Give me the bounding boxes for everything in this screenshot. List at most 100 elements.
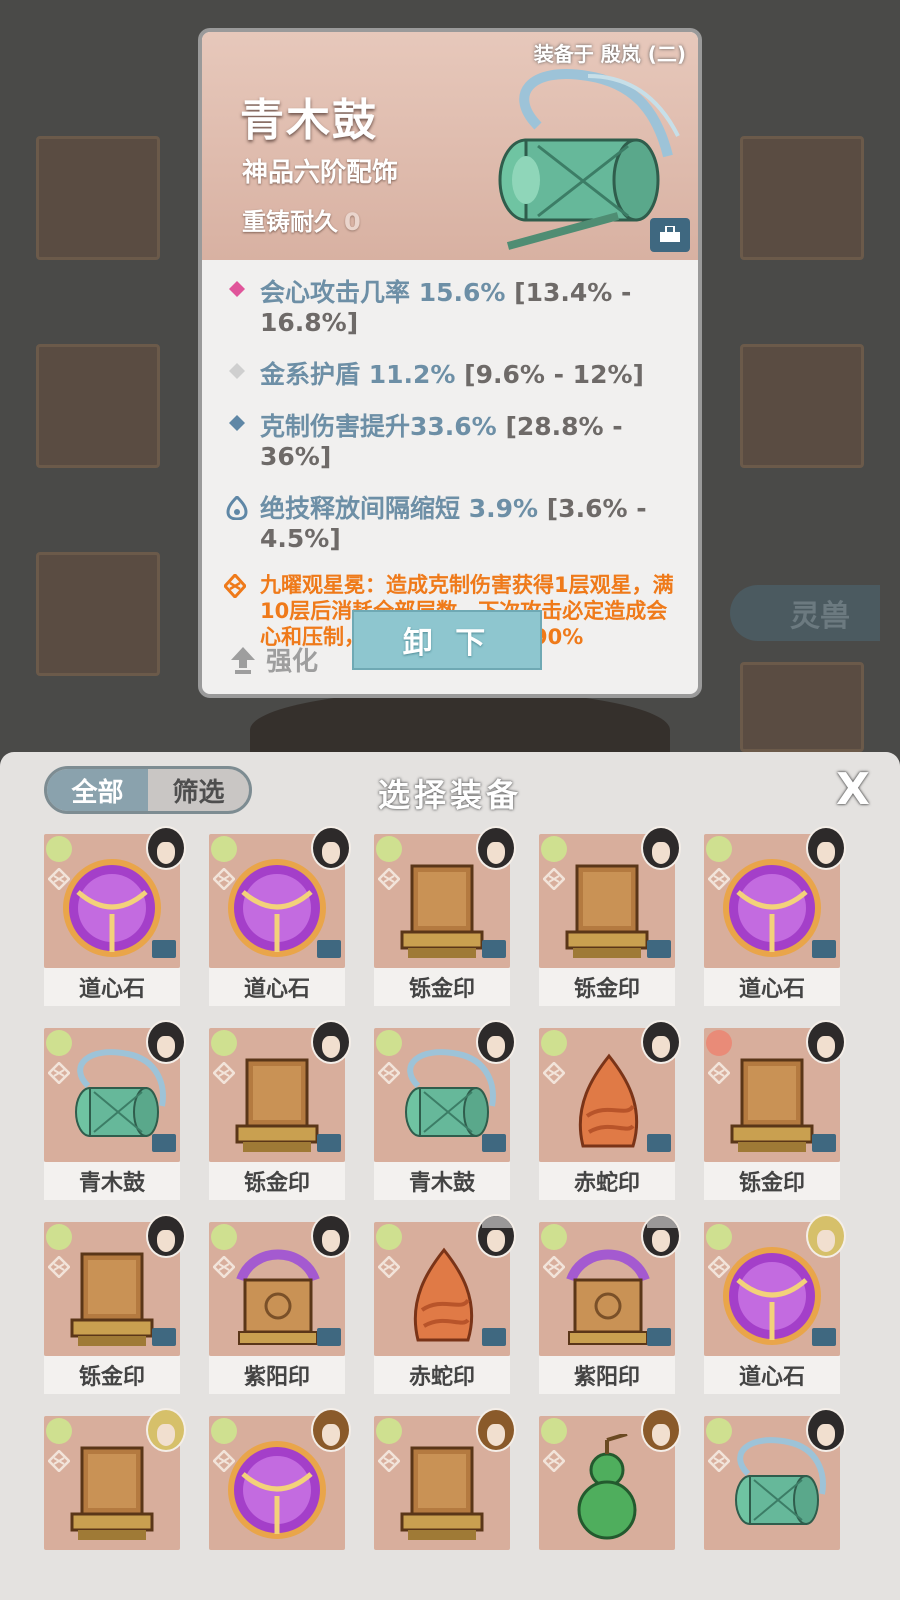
element-icon: [541, 1418, 567, 1444]
gourd-icon: [577, 1434, 637, 1540]
bg-equip-slot-accessory: [740, 344, 864, 468]
item-name-label: 道心石: [704, 1356, 840, 1394]
equipment-item[interactable]: [374, 1408, 516, 1588]
accessory-type-icon: [378, 1256, 400, 1278]
close-button[interactable]: X: [830, 764, 876, 815]
stat-text: 绝技释放间隔缩短 3.9%: [260, 494, 539, 523]
equipment-item[interactable]: 铄金印: [209, 1020, 351, 1200]
purple-seal-icon: [236, 1249, 320, 1345]
accessory-type-icon: [708, 1062, 730, 1084]
owner-avatar: [641, 1020, 681, 1064]
equipment-item[interactable]: 道心石: [704, 1214, 846, 1394]
equipment-item[interactable]: 道心石: [704, 826, 846, 1006]
equipment-item[interactable]: 赤蛇印: [539, 1020, 681, 1200]
element-icon: [376, 836, 402, 862]
equipment-item[interactable]: 铄金印: [704, 1020, 846, 1200]
seal-icon: [70, 1252, 154, 1346]
seal-icon: [400, 864, 484, 958]
accessory-type-icon: [543, 868, 565, 890]
owner-avatar: [146, 1214, 186, 1258]
lock-icon: [317, 940, 341, 958]
accessory-type-icon: [213, 1062, 235, 1084]
bg-equip-slot-weapon: [36, 136, 160, 260]
equipment-item[interactable]: 铄金印: [44, 1214, 186, 1394]
owner-avatar: [806, 1408, 846, 1452]
stat-row: 克制伤害提升33.6% [28.8% - 36%]: [224, 412, 682, 472]
owner-avatar: [476, 1408, 516, 1452]
lock-icon: [812, 940, 836, 958]
lock-icon: [152, 1134, 176, 1152]
accessory-type-icon: [543, 1256, 565, 1278]
purple-seal-icon: [566, 1249, 650, 1345]
orb-icon: [228, 859, 326, 957]
durability-value: 0: [344, 208, 361, 236]
item-name-label: 紫阳印: [539, 1356, 675, 1394]
equipment-item[interactable]: [704, 1408, 846, 1588]
skill-rune-icon: [222, 572, 250, 604]
card-footer: 强化 卸 下: [202, 604, 698, 694]
accessory-type-icon: [48, 1450, 70, 1472]
item-name-label: 道心石: [704, 968, 840, 1006]
pink-diamond-icon: [224, 280, 250, 298]
owner-avatar: [146, 826, 186, 870]
orb-icon: [228, 1441, 326, 1539]
accessory-type-icon: [708, 1256, 730, 1278]
equipment-item[interactable]: 青木鼓: [44, 1020, 186, 1200]
accessory-type-icon: [378, 868, 400, 890]
accessory-type-icon: [48, 868, 70, 890]
orb-icon: [723, 859, 821, 957]
element-icon: [376, 1030, 402, 1056]
orb-icon: [723, 1247, 821, 1345]
element-icon: [46, 1030, 72, 1056]
equipment-item[interactable]: 紫阳印: [539, 1214, 681, 1394]
bg-equip-slot-pet: [740, 662, 864, 752]
accessory-type-icon: [378, 1450, 400, 1472]
item-grade: 神品六阶配饰: [242, 158, 399, 188]
accessory-type-icon: [48, 1256, 70, 1278]
owner-avatar: [641, 1408, 681, 1452]
lock-icon: [317, 1328, 341, 1346]
element-icon: [376, 1418, 402, 1444]
stat-text: 金系护盾 11.2%: [260, 360, 456, 389]
snake-icon: [413, 1247, 474, 1342]
owner-avatar: [311, 1020, 351, 1064]
lock-icon: [812, 1134, 836, 1152]
snake-icon: [578, 1053, 639, 1148]
equipment-item[interactable]: 赤蛇印: [374, 1214, 516, 1394]
owner-avatar: [311, 826, 351, 870]
lock-icon: [317, 1134, 341, 1152]
equipment-item[interactable]: 铄金印: [374, 826, 516, 1006]
upgrade-button[interactable]: 强化: [230, 641, 318, 678]
element-icon: [211, 1030, 237, 1056]
equipment-item[interactable]: [44, 1408, 186, 1588]
equipment-item[interactable]: 青木鼓: [374, 1020, 516, 1200]
equipment-item[interactable]: [209, 1408, 351, 1588]
bg-equip-slot-ring: [740, 136, 864, 260]
element-icon: [706, 1418, 732, 1444]
element-icon: [46, 836, 72, 862]
owner-avatar: [806, 1214, 846, 1258]
seal-icon: [565, 864, 649, 958]
lock-icon[interactable]: [650, 218, 690, 252]
drum-icon: [75, 1049, 166, 1137]
owner-avatar: [641, 1214, 681, 1258]
orb-icon: [63, 859, 161, 957]
equipment-item[interactable]: 紫阳印: [209, 1214, 351, 1394]
seal-icon: [400, 1446, 484, 1540]
equipment-item[interactable]: 道心石: [44, 826, 186, 1006]
equipment-item[interactable]: 铄金印: [539, 826, 681, 1006]
item-name-label: 青木鼓: [44, 1162, 180, 1200]
accessory-type-icon: [213, 868, 235, 890]
drum-icon: [735, 1437, 826, 1525]
unequip-button[interactable]: 卸 下: [352, 610, 542, 670]
element-icon: [376, 1224, 402, 1250]
stat-text: 会心攻击几率 15.6%: [260, 278, 506, 307]
accessory-type-icon: [543, 1062, 565, 1084]
equipment-item[interactable]: [539, 1408, 681, 1588]
equipment-item[interactable]: 道心石: [209, 826, 351, 1006]
seal-icon: [235, 1058, 319, 1152]
lock-icon: [812, 1328, 836, 1346]
lock-icon: [482, 940, 506, 958]
item-name: 青木鼓: [240, 95, 378, 146]
character-figure: [250, 690, 670, 760]
